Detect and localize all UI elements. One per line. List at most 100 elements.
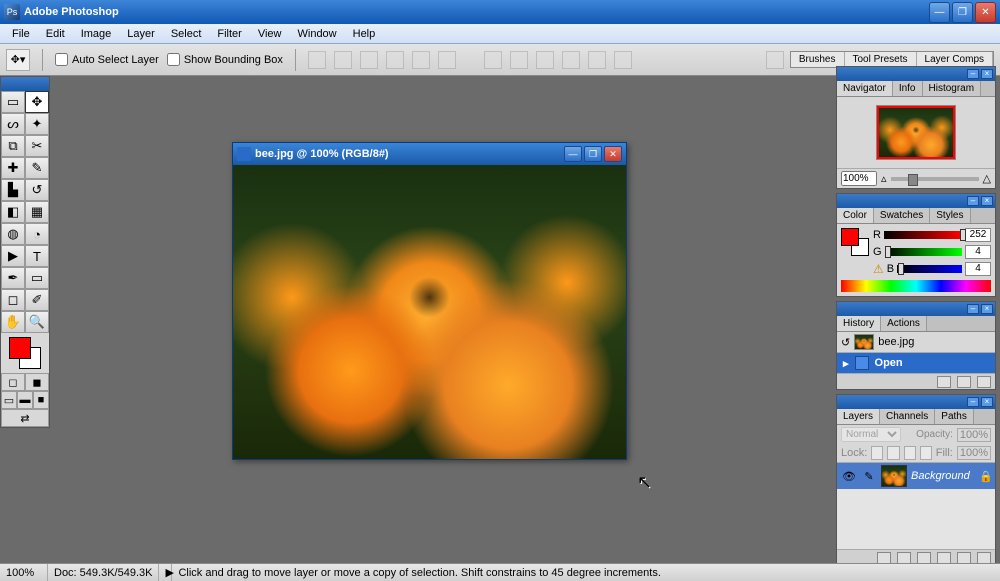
blend-mode-select[interactable]: Normal — [841, 427, 901, 442]
fg-bg-swatch[interactable] — [9, 337, 41, 369]
toolbox-drag-handle[interactable] — [1, 77, 49, 91]
panel-close-icon[interactable]: × — [981, 196, 993, 206]
zoom-in-icon[interactable]: △ — [983, 172, 991, 185]
navigator-header[interactable]: – × — [837, 67, 995, 81]
lock-position-icon[interactable] — [904, 446, 916, 460]
layer-thumbnail[interactable] — [881, 465, 907, 487]
panel-close-icon[interactable]: × — [981, 397, 993, 407]
document-canvas[interactable] — [233, 165, 626, 459]
tab-history[interactable]: History — [837, 316, 881, 331]
lock-all-icon[interactable] — [920, 446, 932, 460]
tool-dodge[interactable]: ◔ — [25, 223, 49, 245]
layer-name[interactable]: Background — [911, 470, 975, 482]
tool-shape[interactable]: ▭ — [25, 267, 49, 289]
tool-hand[interactable]: ✋ — [1, 311, 25, 333]
tab-swatches[interactable]: Swatches — [874, 208, 930, 223]
history-item-open[interactable]: ▸ Open — [837, 353, 995, 373]
status-menu-arrow[interactable]: ▶ — [159, 564, 172, 581]
delete-layer-icon[interactable] — [977, 552, 991, 564]
screen-full[interactable]: ■ — [33, 391, 49, 409]
align-vcenter-icon[interactable] — [334, 51, 352, 69]
zoom-out-icon[interactable]: ▵ — [881, 172, 887, 185]
fill-value[interactable]: 100% — [957, 446, 991, 460]
tool-blur[interactable]: ◍ — [1, 223, 25, 245]
tab-tool-presets[interactable]: Tool Presets — [845, 52, 917, 67]
new-layer-icon[interactable] — [957, 552, 971, 564]
distribute-left-icon[interactable] — [562, 51, 580, 69]
menu-file[interactable]: File — [4, 26, 38, 42]
opacity-value[interactable]: 100% — [957, 428, 991, 442]
menu-window[interactable]: Window — [290, 26, 345, 42]
navigator-zoom-input[interactable] — [841, 171, 877, 186]
layer-mask-icon[interactable] — [897, 552, 911, 564]
minimize-button[interactable]: — — [929, 2, 950, 23]
maximize-button[interactable]: ❐ — [952, 2, 973, 23]
doc-maximize-button[interactable]: ❐ — [584, 146, 602, 162]
tab-layers[interactable]: Layers — [837, 409, 880, 424]
doc-close-button[interactable]: ✕ — [604, 146, 622, 162]
document-titlebar[interactable]: bee.jpg @ 100% (RGB/8#) — ❐ ✕ — [233, 143, 626, 165]
fg-color[interactable] — [9, 337, 31, 359]
panel-close-icon[interactable]: × — [981, 304, 993, 314]
distribute-hcenter-icon[interactable] — [588, 51, 606, 69]
r-slider[interactable] — [884, 231, 962, 239]
panel-minimize-icon[interactable]: – — [967, 196, 979, 206]
tool-eraser[interactable]: ◧ — [1, 201, 25, 223]
menu-select[interactable]: Select — [163, 26, 210, 42]
panel-minimize-icon[interactable]: – — [967, 69, 979, 79]
tool-wand[interactable]: ✦ — [25, 113, 49, 135]
layer-style-icon[interactable] — [877, 552, 891, 564]
tool-pen[interactable]: ✒ — [1, 267, 25, 289]
menu-filter[interactable]: Filter — [209, 26, 249, 42]
tool-history-brush[interactable]: ↺ — [25, 179, 49, 201]
tool-gradient[interactable]: ▦ — [25, 201, 49, 223]
tab-color[interactable]: Color — [837, 208, 874, 223]
trash-icon[interactable] — [977, 376, 991, 388]
color-swatch-pair[interactable] — [841, 228, 869, 256]
tool-stamp[interactable]: ▙ — [1, 179, 25, 201]
align-left-icon[interactable] — [386, 51, 404, 69]
panel-minimize-icon[interactable]: – — [967, 397, 979, 407]
tool-heal[interactable]: ✚ — [1, 157, 25, 179]
align-hcenter-icon[interactable] — [412, 51, 430, 69]
auto-select-checkbox[interactable]: Auto Select Layer — [55, 53, 159, 66]
lock-transparency-icon[interactable] — [871, 446, 883, 460]
color-spectrum[interactable] — [841, 280, 991, 292]
adjustment-layer-icon[interactable] — [937, 552, 951, 564]
tab-navigator[interactable]: Navigator — [837, 81, 893, 96]
menu-layer[interactable]: Layer — [119, 26, 163, 42]
new-snapshot-icon[interactable] — [937, 376, 951, 388]
b-value[interactable]: 4 — [965, 262, 991, 276]
menu-image[interactable]: Image — [73, 26, 120, 42]
tab-brushes[interactable]: Brushes — [791, 52, 845, 67]
history-header[interactable]: – × — [837, 302, 995, 316]
tab-styles[interactable]: Styles — [930, 208, 970, 223]
quickmask-mode[interactable]: ◼ — [25, 373, 49, 391]
menu-help[interactable]: Help — [345, 26, 384, 42]
tool-type[interactable]: T — [25, 245, 49, 267]
visibility-icon[interactable]: 👁 — [841, 468, 857, 484]
tool-slice[interactable]: ✂ — [25, 135, 49, 157]
tab-channels[interactable]: Channels — [880, 409, 935, 424]
distribute-top-icon[interactable] — [484, 51, 502, 69]
tab-layer-comps[interactable]: Layer Comps — [917, 52, 993, 67]
jump-imageready[interactable]: ⇄ — [1, 409, 49, 427]
tool-marquee[interactable]: ▭ — [1, 91, 25, 113]
tab-info[interactable]: Info — [893, 81, 923, 96]
new-document-icon[interactable] — [957, 376, 971, 388]
align-bottom-icon[interactable] — [360, 51, 378, 69]
gamut-warning-icon[interactable]: ⚠ — [873, 262, 884, 276]
color-header[interactable]: – × — [837, 194, 995, 208]
move-tool-icon[interactable]: ✥▾ — [6, 49, 30, 71]
tool-crop[interactable]: ⧉ — [1, 135, 25, 157]
r-value[interactable]: 252 — [965, 228, 991, 242]
panel-minimize-icon[interactable]: – — [967, 304, 979, 314]
tool-eyedropper[interactable]: ✐ — [25, 289, 49, 311]
tab-histogram[interactable]: Histogram — [923, 81, 982, 96]
layers-header[interactable]: – × — [837, 395, 995, 409]
tool-notes[interactable]: ◻ — [1, 289, 25, 311]
status-zoom[interactable]: 100% — [0, 564, 48, 581]
tab-paths[interactable]: Paths — [935, 409, 974, 424]
tool-move[interactable]: ✥ — [25, 91, 49, 113]
tool-path-select[interactable]: ▶ — [1, 245, 25, 267]
